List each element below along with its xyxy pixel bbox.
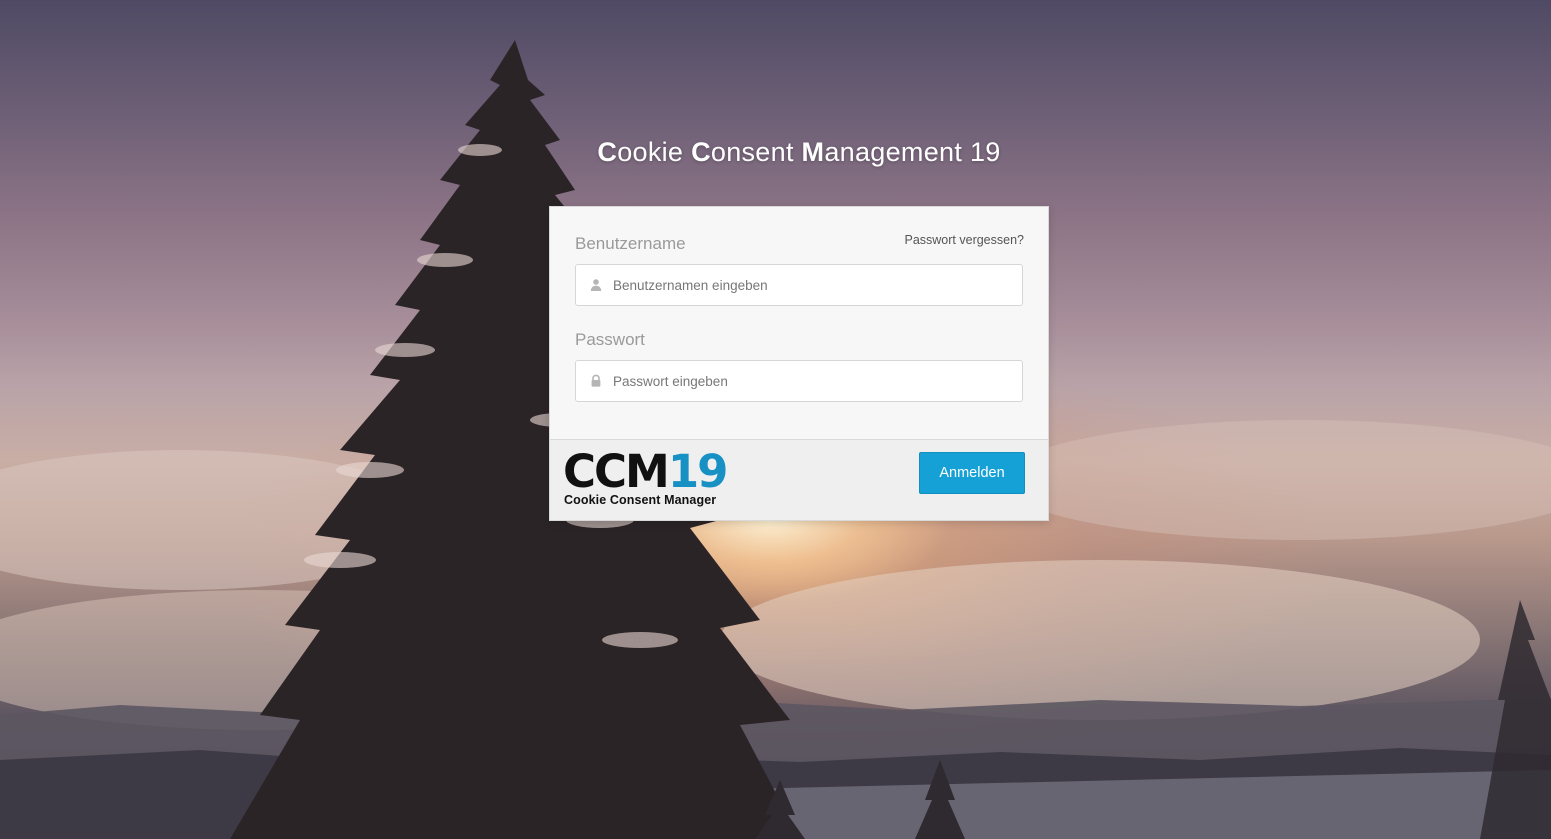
title-initial-1: C [597,137,618,167]
title-initial-3: M [801,137,825,167]
user-icon [589,278,603,292]
lock-icon [589,374,603,388]
password-label: Passwort [575,330,645,349]
title-word-2: onsent [710,137,802,167]
title-word-3: anagement 19 [824,137,1001,167]
title-word-1: ookie [617,137,692,167]
login-button[interactable]: Anmelden [919,452,1025,494]
title-initial-2: C [691,137,711,167]
forgot-password-link[interactable]: Passwort vergessen? [904,233,1024,247]
password-field[interactable] [575,360,1023,402]
login-card-footer: CCM19 Cookie Consent Manager Anmelden [550,439,1048,520]
logo-wordmark: CCM19 [563,449,728,494]
password-input[interactable] [613,373,993,389]
logo-letters: CCM [563,445,670,498]
username-label: Benutzername [575,234,686,253]
logo-subtitle: Cookie Consent Manager [564,493,717,507]
username-field[interactable] [575,264,1023,306]
logo-number: 19 [667,445,729,498]
username-input[interactable] [613,277,993,293]
ccm19-logo: CCM19 Cookie Consent Manager [563,449,728,512]
login-card: Benutzername Passwort vergessen? Passwor… [549,206,1049,521]
page-title: Cookie Consent Management 19 [0,137,1551,168]
